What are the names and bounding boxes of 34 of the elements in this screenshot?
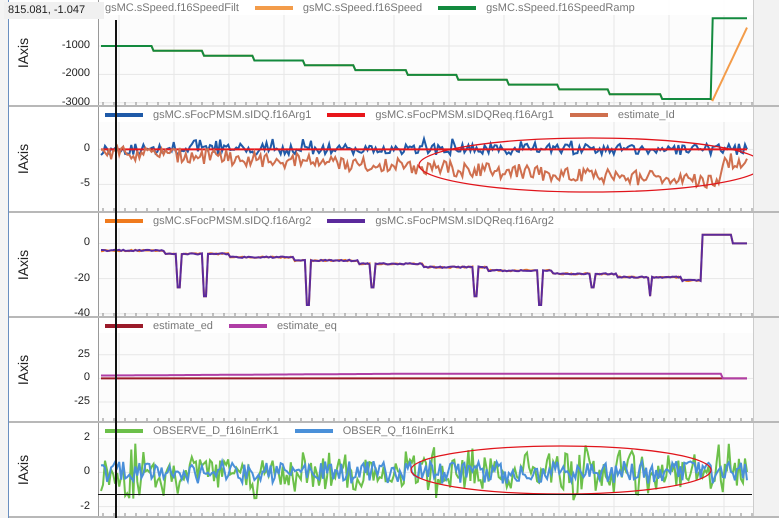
cursor-line[interactable] <box>98 494 752 495</box>
cursor-readout: 815.081, -1.047 <box>4 2 104 19</box>
legend-label: gsMC.sFocPMSM.sIDQ.f16Arg2 <box>153 214 312 226</box>
axis-tick-label: -3000 <box>62 96 90 108</box>
axis-tick-label: 25 <box>78 348 90 360</box>
axis-tick-label: -5 <box>80 177 90 190</box>
legend-label: gsMC.sFocPMSM.sIDQReq.f16Arg1 <box>375 108 554 120</box>
axis-tick-label: 0 <box>84 236 90 248</box>
legend-label: gsMC.sSpeed.f16SpeedFilt <box>105 2 239 14</box>
axis-tick-label: -40 <box>74 306 90 319</box>
axis-tick-label: -20 <box>74 272 90 284</box>
axis-tick-label: -25 <box>74 395 90 407</box>
axis-tick-label: -2 <box>80 500 90 512</box>
axis-title: IAxis <box>15 248 31 282</box>
axis-tick-label: 0 <box>84 465 90 478</box>
axis-title: IAxis <box>15 142 31 176</box>
legend-label: estimate_eq <box>276 320 337 332</box>
axis-tick-label: -1000 <box>62 39 90 51</box>
legend-label: OBSER_Q_f16InErrK1 <box>342 424 455 436</box>
legend-label: gsMC.sFocPMSM.sIDQ.f16Arg1 <box>153 108 312 120</box>
legend-label: gsMC.sSpeed.f16Speed <box>302 2 422 14</box>
axis-tick-label: 2 <box>84 431 90 444</box>
axis-tick-label: 0 <box>84 142 90 154</box>
legend-label: gsMC.sFocPMSM.sIDQReq.f16Arg2 <box>375 214 554 226</box>
legend-label: estimate_Id <box>618 108 675 120</box>
axis-tick-label: 0 <box>84 371 90 384</box>
axis-title: IAxis <box>15 353 31 387</box>
legend-label: OBSERVE_D_f16InErrK1 <box>153 424 279 436</box>
cursor-line[interactable] <box>115 20 116 518</box>
axis-title: IAxis <box>15 36 31 70</box>
legend-label: gsMC.sSpeed.f16SpeedRamp <box>486 2 635 14</box>
axis-tick-label: -2000 <box>62 67 90 80</box>
axis-title: IAxis <box>15 453 31 487</box>
legend-label: estimate_ed <box>153 320 213 332</box>
